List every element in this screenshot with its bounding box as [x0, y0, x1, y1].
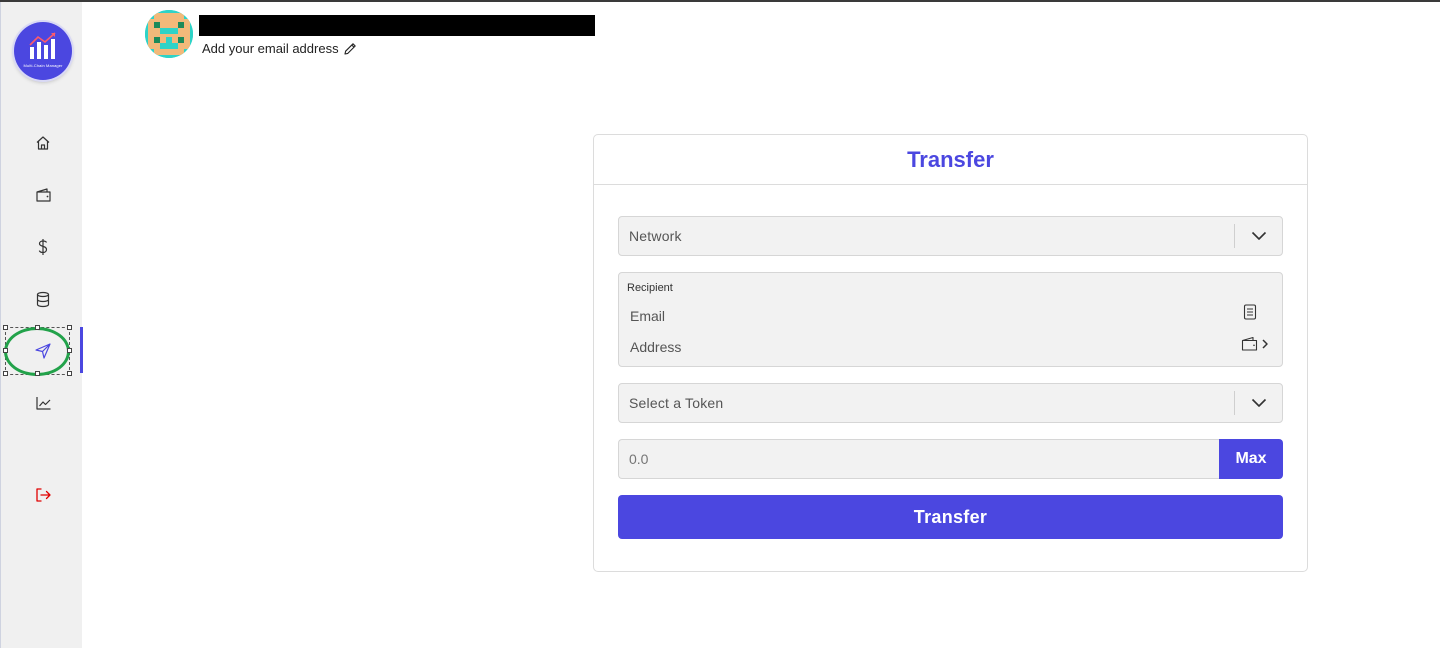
address-book-icon[interactable]: [1243, 304, 1257, 325]
chart-line-icon: [35, 397, 50, 410]
home-icon: [36, 136, 50, 150]
transfer-card: Transfer Network Recipient Email Address…: [593, 134, 1308, 572]
sidebar-item-logout[interactable]: [29, 481, 57, 509]
sidebar: Multi-Chain Manager: [0, 2, 83, 648]
transfer-title: Transfer: [907, 146, 994, 172]
token-placeholder: Select a Token: [629, 395, 724, 411]
wallet-icon: [35, 188, 51, 202]
logo-text: Multi-Chain Manager: [23, 63, 63, 68]
sidebar-item-database[interactable]: [29, 285, 57, 313]
recipient-address-option[interactable]: Address: [630, 339, 681, 355]
sidebar-item-wallet[interactable]: [29, 181, 57, 209]
active-nav-indicator: [80, 327, 83, 373]
identicon-avatar: [145, 10, 193, 58]
selection-handle: [3, 348, 8, 353]
selection-handle: [35, 371, 40, 376]
selection-handle: [3, 325, 8, 330]
max-button[interactable]: Max: [1219, 439, 1283, 479]
selection-handle: [67, 348, 72, 353]
network-placeholder: Network: [629, 228, 682, 244]
card-header: Transfer: [594, 135, 1307, 185]
recipient-title: Recipient: [627, 282, 673, 294]
redacted-username: [199, 15, 595, 36]
wallet-connect-icon[interactable]: [1241, 336, 1271, 357]
selection-handle: [35, 325, 40, 330]
database-icon: [36, 291, 50, 307]
transfer-button[interactable]: Transfer: [618, 495, 1283, 539]
amount-row: Max: [618, 439, 1283, 479]
highlight-ellipse: [4, 327, 70, 376]
selection-handle: [67, 325, 72, 330]
chevron-down-icon: [1234, 391, 1282, 415]
chevron-down-icon: [1234, 224, 1282, 248]
add-email-link[interactable]: Add your email address: [202, 41, 357, 56]
pencil-icon[interactable]: [343, 42, 357, 56]
selection-handle: [67, 371, 72, 376]
app-logo[interactable]: Multi-Chain Manager: [14, 22, 72, 80]
recipient-box: Recipient Email Address: [618, 272, 1283, 367]
window-top-border: [0, 0, 1440, 2]
chart-logo-icon: [29, 32, 56, 59]
avatar[interactable]: [145, 10, 193, 58]
sidebar-item-home[interactable]: [29, 129, 57, 157]
sidebar-item-dollar[interactable]: [29, 233, 57, 261]
token-select[interactable]: Select a Token: [618, 383, 1283, 423]
recipient-email-option[interactable]: Email: [630, 308, 665, 324]
selection-handle: [3, 371, 8, 376]
network-select[interactable]: Network: [618, 216, 1283, 256]
logout-icon: [36, 488, 51, 502]
sidebar-item-chart[interactable]: [29, 389, 57, 417]
add-email-label: Add your email address: [202, 41, 339, 56]
amount-input[interactable]: [618, 439, 1219, 479]
dollar-icon: [38, 239, 48, 255]
